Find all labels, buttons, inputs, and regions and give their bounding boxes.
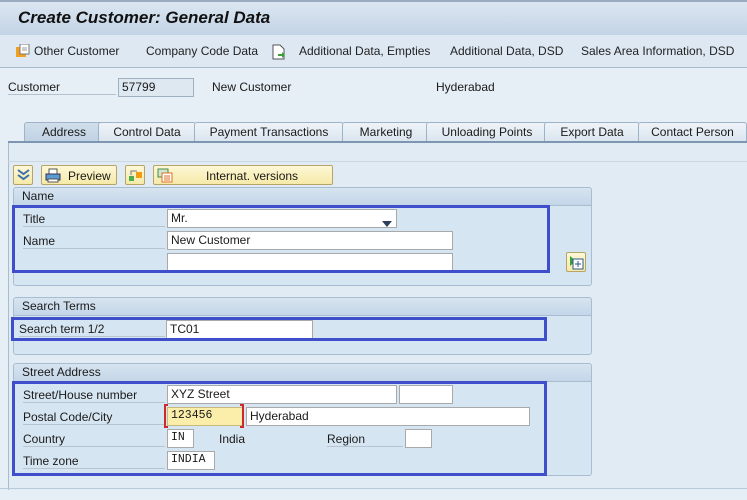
document-arrow-icon [272,44,286,60]
company-code-data-button[interactable]: Company Code Data [146,44,258,58]
tab-contact-person[interactable]: Contact Person [638,122,747,142]
tab-export-data[interactable]: Export Data [544,122,640,142]
printer-icon [45,168,61,188]
tab-control-data[interactable]: Control Data [98,122,196,142]
application-toolbar: Other Customer Company Code Data Additio… [0,35,747,68]
internat-versions-button[interactable]: Internat. versions [153,165,333,185]
tab-address[interactable]: Address [24,122,104,142]
name-group-header: Name [14,188,591,206]
additional-data-dsd-button[interactable]: Additional Data, DSD [450,44,563,58]
title-bar: Create Customer: General Data [0,0,747,35]
tab-payment-transactions[interactable]: Payment Transactions [194,122,344,142]
name-group-title: Name [22,189,55,203]
other-customer-label: Other Customer [34,44,120,58]
street-address-group-title: Street Address [22,365,101,379]
double-chevron-down-icon [17,168,30,186]
customer-number-field: 57799 [118,78,194,97]
name-highlight-box [12,205,550,273]
more-name-fields-button[interactable] [566,252,586,272]
customer-name-text: New Customer [212,80,292,94]
expand-plus-icon [569,255,584,275]
internat-versions-label: Internat. versions [206,169,299,183]
address-switch-icon [128,168,143,188]
sales-area-information-dsd-button[interactable]: Sales Area Information, DSD [581,44,734,58]
customer-city-text: Hyderabad [436,80,495,94]
other-customer-icon [16,43,30,58]
preview-button[interactable]: Preview [41,165,117,185]
street-address-group-header: Street Address [14,364,591,382]
search-term-highlight-box [11,317,547,341]
international-versions-icon [157,168,173,188]
tab-strip: Address Control Data Payment Transaction… [8,122,747,142]
bottom-border [0,488,747,489]
tab-unloading-points[interactable]: Unloading Points [426,122,548,142]
search-terms-group-title: Search Terms [22,299,96,313]
street-address-highlight-box [12,381,547,476]
expand-collapse-button[interactable] [13,165,33,185]
page-title: Create Customer: General Data [18,8,271,27]
tab-marketing[interactable]: Marketing [342,122,430,142]
preview-label: Preview [68,169,111,183]
additional-data-empties-button[interactable]: Additional Data, Empties [299,44,430,58]
customer-label: Customer [8,80,116,95]
search-terms-group-header: Search Terms [14,298,591,316]
panel-separator [8,161,747,162]
change-address-type-button[interactable] [125,165,145,185]
other-customer-button[interactable]: Other Customer [16,43,128,61]
